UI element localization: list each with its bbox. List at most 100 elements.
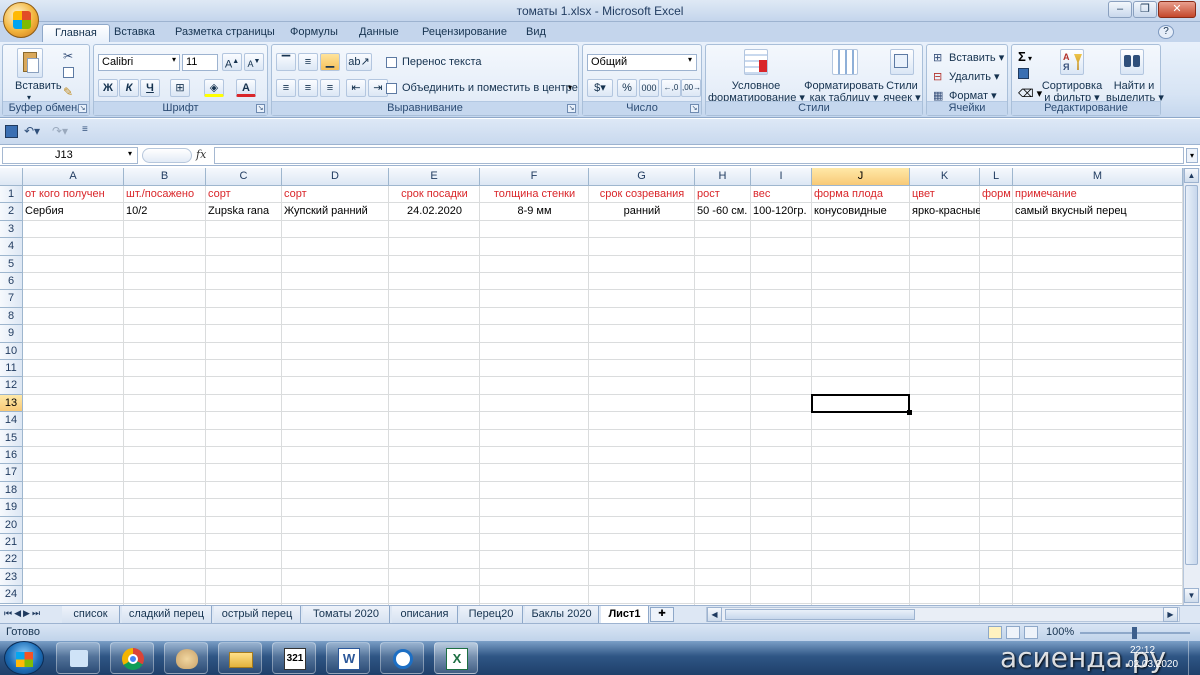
row-header-6[interactable]: 6 (0, 273, 23, 291)
conditional-formatting-icon[interactable] (744, 49, 768, 75)
row-header-18[interactable]: 18 (0, 481, 23, 500)
row-header-22[interactable]: 22 (0, 551, 23, 569)
tab-formulas[interactable]: Формулы (278, 24, 350, 42)
sheet-tab[interactable]: Перец20 (460, 606, 523, 623)
column-header-g[interactable]: G (589, 168, 695, 186)
worksheet-grid[interactable]: ABCDEFGHIJKLM 1 2 3 4 5 6 7 8 9 10 11 12 13 14 15 16 17 1… (0, 168, 1183, 605)
column-header-h[interactable]: H (695, 168, 751, 186)
cell-k2[interactable]: ярко-красные (910, 203, 980, 220)
cell-d1[interactable]: сорт (282, 186, 389, 203)
tab-data[interactable]: Данные (347, 24, 411, 42)
cell-d2[interactable]: Жупский ранний (282, 203, 389, 220)
row-header-8[interactable]: 8 (0, 307, 23, 326)
copy-icon[interactable] (63, 67, 74, 78)
row-header-12[interactable]: 12 (0, 377, 23, 395)
row-header-3[interactable]: 3 (0, 220, 23, 239)
cell-b1[interactable]: шт./посажено (124, 186, 206, 203)
help-icon[interactable]: ? (1158, 25, 1174, 39)
sheet-tab[interactable]: список (62, 606, 120, 623)
column-header-j[interactable]: J (812, 168, 910, 186)
explorer-icon[interactable] (218, 642, 262, 674)
cell-m1[interactable]: примечание (1013, 186, 1183, 203)
increase-decimal-icon[interactable]: ←,0 (661, 79, 681, 97)
row-header-5[interactable]: 5 (0, 255, 23, 273)
row-header-21[interactable]: 21 (0, 534, 23, 552)
cell-e1[interactable]: срок посадки (389, 186, 480, 203)
media-player-icon[interactable] (56, 642, 100, 674)
find-select-icon[interactable] (1120, 49, 1144, 75)
format-painter-icon[interactable]: ✎ (63, 85, 73, 99)
italic-button[interactable]: К (119, 79, 139, 97)
sync-app-icon[interactable] (380, 642, 424, 674)
cell-b2[interactable]: 10/2 (124, 203, 206, 220)
save-icon[interactable] (5, 125, 18, 138)
bold-button[interactable]: Ж (98, 79, 118, 97)
active-cell-selection[interactable] (811, 393, 910, 414)
office-button[interactable] (3, 2, 39, 38)
column-header-b[interactable]: B (124, 168, 206, 186)
row-header-14[interactable]: 14 (0, 412, 23, 430)
align-right-icon[interactable]: ≡ (320, 79, 340, 97)
cell-m2[interactable]: самый вкусный перец (1013, 203, 1183, 220)
sheet-tab[interactable]: Баклы 2020 (525, 606, 599, 623)
cell-h2[interactable]: 50 -60 см. (695, 203, 751, 220)
borders-icon[interactable]: ⊞ (170, 79, 190, 97)
sheet-tab[interactable]: описания (392, 606, 458, 623)
row-header-16[interactable]: 16 (0, 447, 23, 465)
fill-handle[interactable] (907, 410, 912, 416)
row-header-13[interactable]: 13 (0, 394, 23, 413)
name-box[interactable]: J13 (2, 147, 138, 164)
decrease-decimal-icon[interactable]: ,00→ (681, 79, 701, 97)
cell-g1[interactable]: срок созревания (589, 186, 695, 203)
cell-f2[interactable]: 8-9 мм (480, 203, 589, 220)
column-header-f[interactable]: F (480, 168, 589, 186)
wrap-text-button[interactable]: Перенос текста (402, 56, 482, 68)
grow-font-icon[interactable]: A▲ (222, 53, 242, 71)
cell-a1[interactable]: от кого получен (23, 186, 124, 203)
page-break-view-icon[interactable] (1024, 626, 1038, 639)
cell-e2[interactable]: 24.02.2020 (389, 203, 480, 220)
customize-qat-icon[interactable]: ≡ (82, 124, 88, 135)
column-header-k[interactable]: K (910, 168, 980, 186)
calendar-app-icon[interactable]: 321 (272, 642, 316, 674)
column-header-m[interactable]: M (1013, 168, 1183, 186)
underline-button[interactable]: Ч (140, 79, 160, 97)
excel-taskbar-icon[interactable]: X (434, 642, 478, 674)
row-header-7[interactable]: 7 (0, 290, 23, 308)
cell-a2[interactable]: Сербия (23, 203, 124, 220)
zoom-slider-thumb[interactable] (1132, 627, 1137, 639)
paint-icon[interactable] (164, 642, 208, 674)
tab-insert[interactable]: Вставка (102, 24, 167, 42)
align-middle-icon[interactable]: ≡ (298, 53, 318, 71)
font-launcher-icon[interactable]: ↘ (256, 104, 265, 113)
paste-button[interactable]: Вставить (15, 80, 62, 92)
cell-f1[interactable]: толщина стенки (480, 186, 589, 203)
fill-color-icon[interactable]: ◈ (204, 79, 224, 97)
decrease-indent-icon[interactable]: ⇤ (346, 79, 366, 97)
formula-expand-icon[interactable] (142, 148, 192, 163)
undo-icon[interactable]: ↶▾ (24, 124, 40, 138)
delete-cells-button[interactable]: Удалить ▾ (949, 70, 1000, 83)
number-format-dropdown-icon[interactable]: ▾ (688, 55, 692, 64)
vertical-scrollbar[interactable]: ▲ ▼ (1183, 168, 1200, 605)
sheet-tab[interactable]: сладкий перец (122, 606, 212, 623)
row-header-19[interactable]: 19 (0, 499, 23, 517)
sheet-tab[interactable]: Лист1 (601, 606, 649, 623)
insert-sheet-icon[interactable]: ✚ (650, 607, 674, 622)
merge-center-button[interactable]: Объединить и поместить в центре (402, 82, 578, 94)
alignment-launcher-icon[interactable]: ↘ (567, 104, 576, 113)
column-header-a[interactable]: A (23, 168, 124, 186)
insert-function-button[interactable]: fx (196, 148, 206, 161)
clipboard-launcher-icon[interactable]: ↘ (78, 104, 87, 113)
row-header-1[interactable]: 1 (0, 186, 23, 204)
currency-icon[interactable]: $▾ (587, 79, 613, 97)
font-name-select[interactable]: Calibri (98, 54, 180, 71)
column-header-i[interactable]: I (751, 168, 812, 186)
sheet-nav-icon[interactable]: ⏮◀▶⏭ (4, 608, 42, 619)
row-header-20[interactable]: 20 (0, 516, 23, 534)
scroll-right-icon[interactable]: ▶ (1163, 607, 1178, 622)
row-header-9[interactable]: 9 (0, 325, 23, 343)
scroll-thumb[interactable] (1185, 185, 1198, 565)
cut-icon[interactable]: ✂ (63, 49, 73, 63)
tab-review[interactable]: Рецензирование (410, 24, 519, 42)
